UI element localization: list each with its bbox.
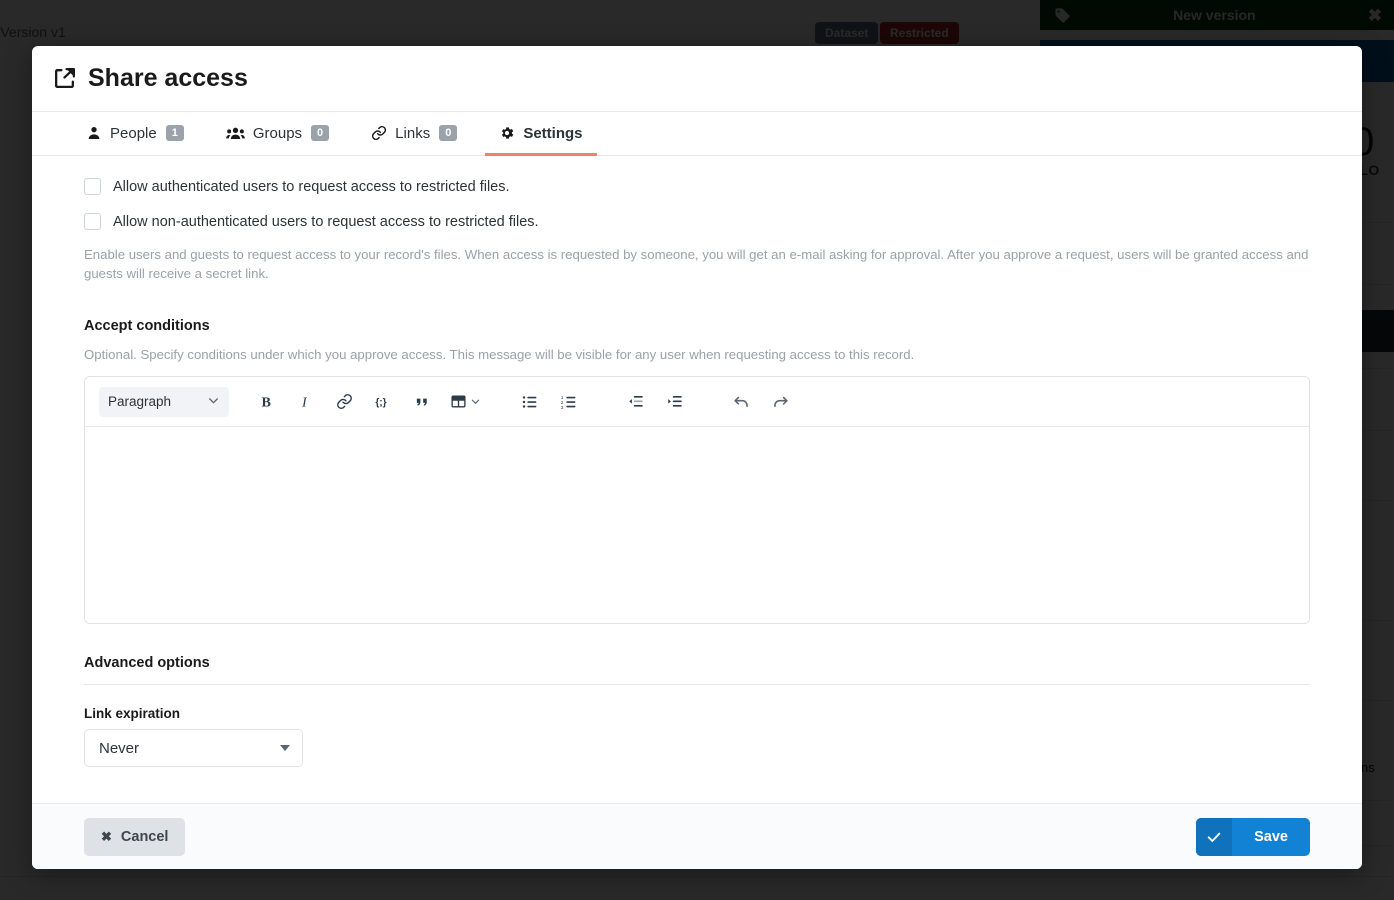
- settings-panel: Allow authenticated users to request acc…: [32, 156, 1362, 803]
- gear-icon: [499, 125, 515, 141]
- save-button[interactable]: Save: [1196, 817, 1310, 856]
- tab-groups-badge: 0: [311, 125, 330, 141]
- svg-text:I: I: [301, 395, 308, 411]
- table-button[interactable]: [446, 386, 484, 417]
- check-icon: [1196, 817, 1233, 856]
- tab-people-label: People: [110, 124, 157, 142]
- tab-settings[interactable]: Settings: [485, 113, 597, 156]
- dialog-tabs: People 1 Groups 0 Links 0 Settings: [32, 112, 1362, 156]
- outdent-button[interactable]: [620, 386, 651, 417]
- link-expiration-select[interactable]: Never: [84, 729, 303, 768]
- cancel-button-label: Cancel: [120, 828, 169, 845]
- editor-toolbar: Paragraph B I {;} 1 2 3: [85, 377, 1309, 428]
- rich-text-editor: Paragraph B I {;} 1 2 3: [84, 376, 1310, 625]
- svg-text:{;}: {;}: [375, 398, 386, 409]
- numbered-list-button[interactable]: 1 2 3: [553, 386, 584, 417]
- bulleted-list-button[interactable]: [514, 386, 545, 417]
- editor-content[interactable]: [85, 427, 1309, 624]
- tab-groups[interactable]: Groups 0: [212, 113, 343, 156]
- svg-text:B: B: [262, 395, 272, 411]
- dialog-header: Share access: [32, 46, 1362, 112]
- allow-non-authenticated-row: Allow non-authenticated users to request…: [84, 213, 1310, 230]
- close-icon: ✖: [101, 828, 112, 844]
- link-icon: [371, 125, 387, 141]
- chevron-down-icon: [207, 394, 220, 410]
- chevron-down-icon: [470, 396, 481, 407]
- svg-text:2: 2: [560, 400, 563, 406]
- link-expiration-value: Never: [99, 739, 140, 757]
- share-icon: [52, 66, 77, 91]
- chevron-down-icon: [280, 745, 290, 752]
- save-button-label: Save: [1254, 828, 1288, 845]
- redo-button[interactable]: [765, 386, 796, 417]
- dialog-title: Share access: [88, 64, 248, 92]
- bold-button[interactable]: B: [251, 386, 282, 417]
- advanced-options-divider: [84, 684, 1310, 686]
- allow-non-authenticated-checkbox[interactable]: [84, 213, 101, 230]
- svg-text:1: 1: [560, 395, 563, 401]
- link-expiration-label: Link expiration: [84, 706, 181, 722]
- tab-links[interactable]: Links 0: [357, 113, 471, 156]
- request-access-help-text: Enable users and guests to request acces…: [84, 247, 1309, 282]
- allow-authenticated-row: Allow authenticated users to request acc…: [84, 178, 1310, 195]
- accept-conditions-description: Optional. Specify conditions under which…: [84, 347, 915, 363]
- blockquote-button[interactable]: [407, 386, 438, 417]
- block-format-select[interactable]: Paragraph: [99, 386, 229, 417]
- indent-button[interactable]: [659, 386, 690, 417]
- undo-button[interactable]: [726, 386, 757, 417]
- cancel-button[interactable]: ✖ Cancel: [84, 817, 186, 856]
- block-format-value: Paragraph: [108, 394, 172, 410]
- tab-links-label: Links: [395, 124, 431, 142]
- link-icon[interactable]: [329, 386, 360, 417]
- allow-authenticated-checkbox[interactable]: [84, 178, 101, 195]
- group-icon: [226, 125, 245, 141]
- svg-text:3: 3: [560, 405, 563, 411]
- tab-groups-label: Groups: [252, 124, 303, 142]
- allow-authenticated-label: Allow authenticated users to request acc…: [113, 178, 510, 195]
- dialog-footer: ✖ Cancel Save: [32, 803, 1362, 869]
- share-access-dialog: Share access People 1 Groups 0 Links 0 S…: [32, 46, 1362, 869]
- allow-non-authenticated-label: Allow non-authenticated users to request…: [113, 213, 539, 230]
- code-button[interactable]: {;}: [368, 386, 399, 417]
- tab-settings-label: Settings: [523, 124, 583, 142]
- person-icon: [86, 125, 102, 141]
- italic-button[interactable]: I: [290, 386, 321, 417]
- advanced-options-title: Advanced options: [84, 655, 210, 672]
- tab-people[interactable]: People 1: [72, 113, 198, 156]
- tab-links-badge: 0: [439, 125, 458, 141]
- tab-people-badge: 1: [165, 125, 184, 141]
- accept-conditions-title: Accept conditions: [84, 318, 210, 335]
